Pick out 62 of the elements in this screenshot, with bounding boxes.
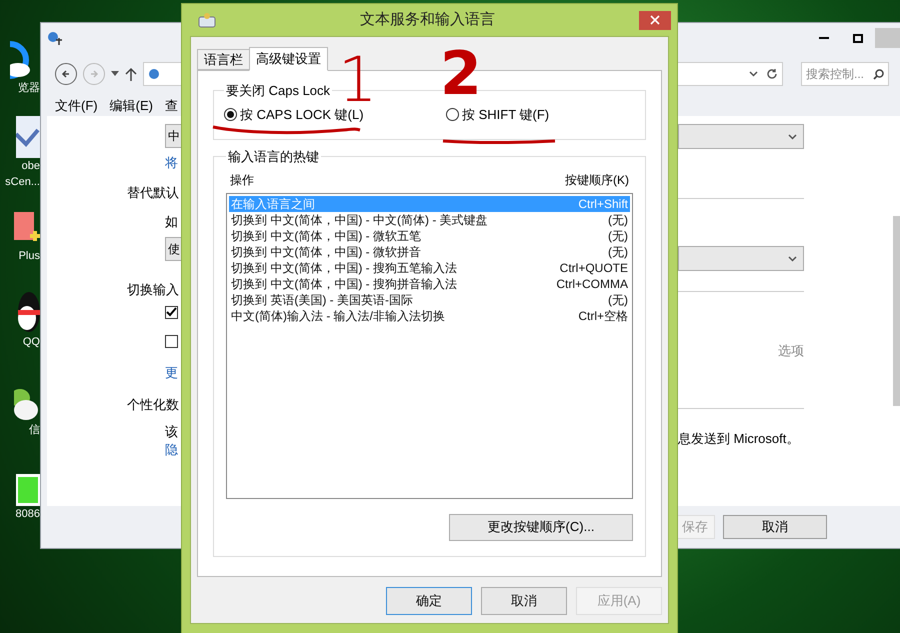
hotkey-row[interactable]: 切换到 中文(简体，中国) - 搜狗拼音输入法 Ctrl+COMMA xyxy=(229,276,630,292)
chevron-down-icon xyxy=(788,256,797,262)
dialog-button[interactable]: 取消 xyxy=(481,587,567,615)
link[interactable]: 将 xyxy=(165,155,178,170)
search-field[interactable]: 搜索控制... xyxy=(801,62,889,86)
group-title: 要关闭 Caps Lock xyxy=(225,82,332,100)
window-title: 文本服务和输入语言 xyxy=(359,10,496,30)
scrollbar[interactable] xyxy=(893,216,900,406)
menu-item[interactable]: 查 xyxy=(164,96,178,116)
tab[interactable]: 语言栏 xyxy=(197,49,249,70)
checkbox[interactable] xyxy=(165,306,178,319)
column-header: 按键顺序(K) xyxy=(565,172,629,188)
radio-button[interactable] xyxy=(224,108,237,121)
link[interactable]: 选项 xyxy=(778,341,804,360)
desktop-icon-label: Plus xyxy=(18,249,40,264)
checkbox[interactable] xyxy=(165,335,178,348)
link[interactable]: 隐 xyxy=(165,442,178,457)
menu-item[interactable]: 文件(F) xyxy=(55,96,98,116)
group-title: 输入语言的热键 xyxy=(227,148,320,166)
tick-document-icon[interactable] xyxy=(16,116,40,158)
column-header: 操作 xyxy=(230,172,254,188)
keyboard-icon xyxy=(198,12,216,28)
refresh-icon[interactable] xyxy=(766,68,778,80)
menu-item[interactable]: 编辑(E) xyxy=(110,96,153,116)
close-button[interactable] xyxy=(639,10,671,30)
desktop-icon-label: 览器 xyxy=(18,81,40,96)
right-arrow-icon xyxy=(89,69,99,79)
chevron-down-icon xyxy=(788,134,797,140)
back-button[interactable] xyxy=(55,63,77,85)
hotkey-row[interactable]: 中文(简体)输入法 - 输入法/非输入法切换 Ctrl+空格 xyxy=(229,308,630,324)
hotkey-row[interactable]: 切换到 中文(简体，中国) - 搜狗五笔输入法 Ctrl+QUOTE xyxy=(229,260,630,276)
chevron-down-icon[interactable] xyxy=(749,71,758,77)
hotkey-row[interactable]: 切换到 中文(简体，中国) - 中文(简体) - 美式键盘 (无) xyxy=(229,212,630,228)
tab[interactable]: 高级键设置 xyxy=(249,47,328,71)
section-heading: 切换输入 xyxy=(127,282,179,297)
change-key-sequence-button[interactable]: 更改按键顺序(C)... xyxy=(449,514,633,540)
search-icon xyxy=(873,69,884,80)
dialog-button[interactable]: 取消 xyxy=(723,515,827,539)
desktop-icon-label: QQ xyxy=(22,335,40,350)
dropdown[interactable]: 中 xyxy=(165,124,182,148)
desktop-icon-label: 8086 xyxy=(16,507,40,522)
desktop-icon-label: 信 xyxy=(29,423,40,438)
hotkey-row[interactable]: 切换到 中文(简体，中国) - 微软五笔 (无) xyxy=(229,228,630,244)
dropdown-caret-icon[interactable] xyxy=(111,71,119,77)
description-text: 如 xyxy=(165,214,178,229)
description-text: 该 xyxy=(165,424,178,439)
chat-bubbles-icon[interactable] xyxy=(14,386,40,422)
hotkey-row[interactable]: 切换到 中文(简体，中国) - 微软拼音 (无) xyxy=(229,244,630,260)
section-heading: 个性化数 xyxy=(127,397,179,412)
dialog-button[interactable]: 确定 xyxy=(386,587,472,615)
left-arrow-icon xyxy=(61,69,71,79)
dropdown[interactable]: 使 xyxy=(165,237,182,261)
desktop-icon-label: obe xyxy=(22,159,40,174)
desktop-icon-label: sCen... xyxy=(5,175,40,190)
hotkey-row[interactable]: 切换到 英语(美国) - 美国英语-国际 (无) xyxy=(229,292,630,308)
close-icon xyxy=(650,15,660,25)
section-heading: 替代默认 xyxy=(127,185,179,200)
penguin-icon[interactable] xyxy=(18,290,40,334)
description-text: 息发送到 Microsoft。 xyxy=(678,430,800,448)
radio-button[interactable] xyxy=(446,108,459,121)
up-arrow-icon[interactable] xyxy=(125,67,137,81)
link[interactable]: 更 xyxy=(165,365,178,380)
